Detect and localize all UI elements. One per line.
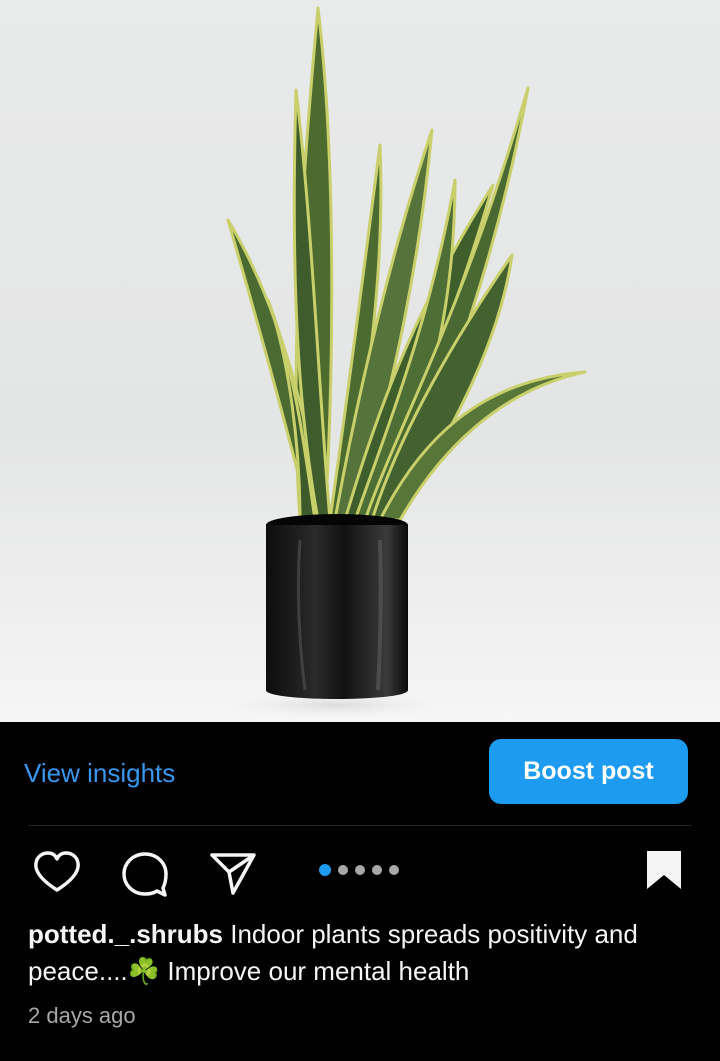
- comment-icon[interactable]: [120, 850, 170, 903]
- post-timestamp: 2 days ago: [28, 1003, 136, 1028]
- shamrock-emoji: ☘️: [127, 956, 161, 986]
- insights-bar: View insights Boost post: [0, 722, 720, 826]
- snake-plant-illustration: [215, 6, 587, 719]
- bookmark-icon[interactable]: [644, 848, 684, 897]
- post-caption: potted._.shrubs Indoor plants spreads po…: [28, 916, 688, 990]
- boost-post-button[interactable]: Boost post: [489, 739, 688, 804]
- carousel-dot: [372, 865, 382, 875]
- view-insights-link[interactable]: View insights: [24, 758, 175, 789]
- carousel-dot-active: [319, 864, 331, 876]
- username-link[interactable]: potted._.shrubs: [28, 919, 223, 949]
- divider: [28, 825, 692, 826]
- carousel-dot: [389, 865, 399, 875]
- post-image[interactable]: [0, 0, 720, 722]
- caption-text-continued: Improve our mental health: [167, 956, 470, 986]
- carousel-dot: [355, 865, 365, 875]
- carousel-indicator: [319, 864, 399, 876]
- carousel-dot: [338, 865, 348, 875]
- post-actions-bar: [0, 840, 720, 904]
- heart-icon[interactable]: [32, 850, 82, 899]
- paper-plane-icon[interactable]: [208, 850, 258, 901]
